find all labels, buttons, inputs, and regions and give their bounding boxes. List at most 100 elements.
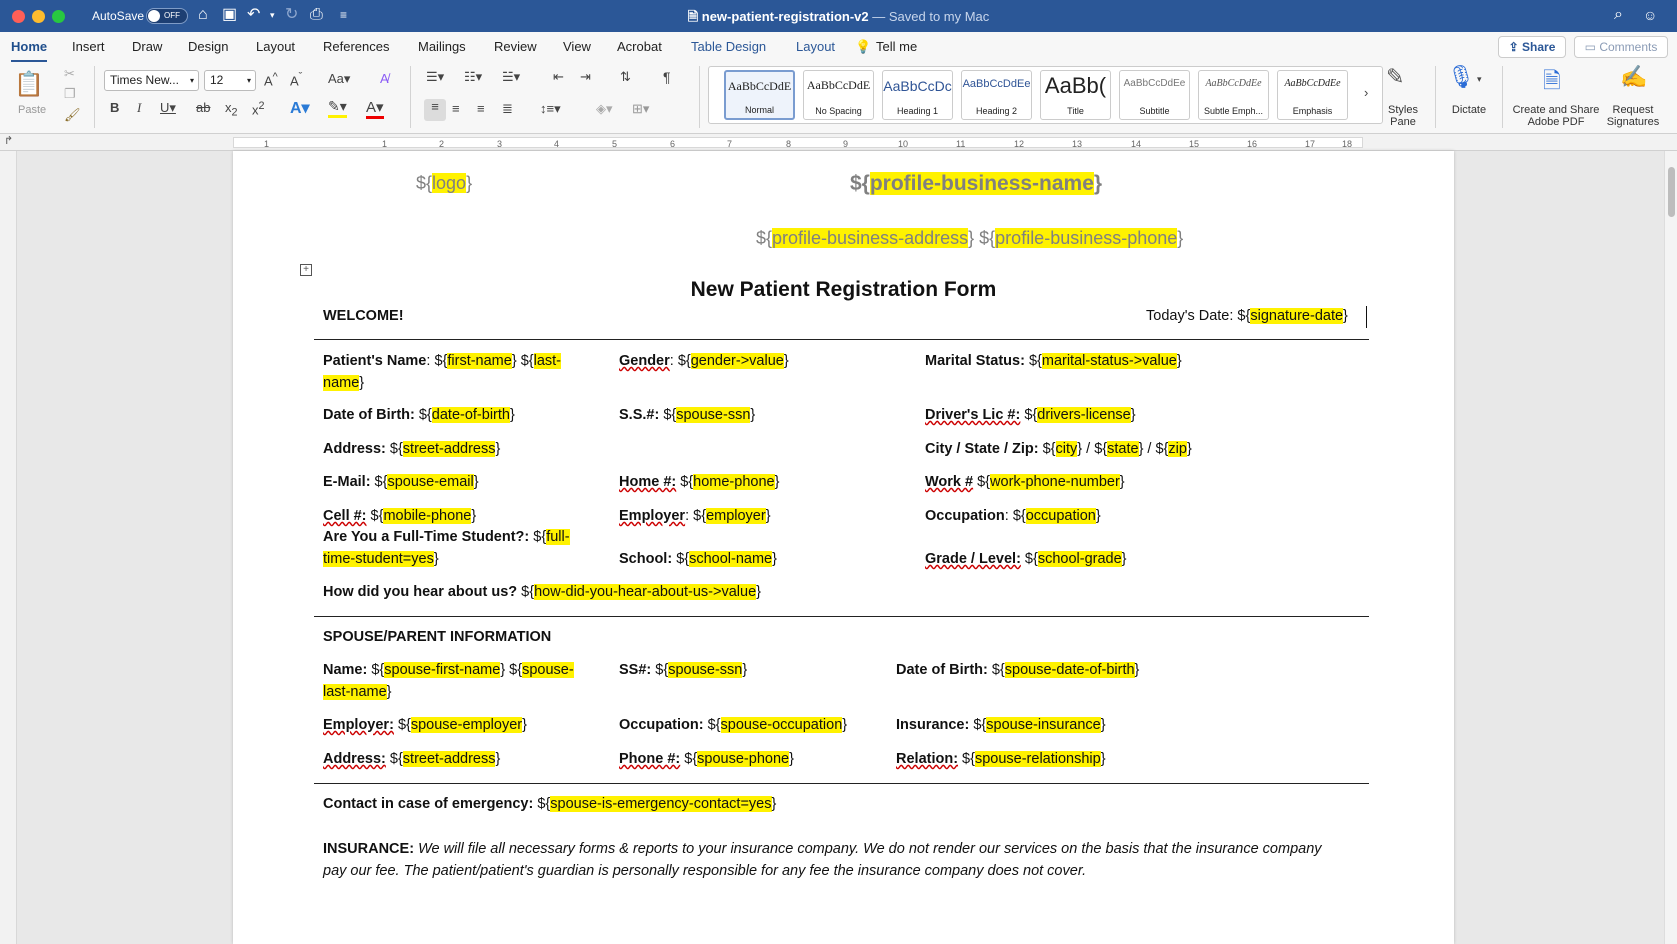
styles-pane-label[interactable]: Styles Pane	[1378, 104, 1428, 128]
align-right-icon[interactable]: ≡	[477, 101, 485, 116]
create-share-pdf-label[interactable]: Create and Share Adobe PDF	[1508, 104, 1604, 128]
logo-placeholder: ${logo}	[416, 173, 473, 193]
welcome-heading: WELCOME!	[323, 308, 404, 324]
horizontal-ruler[interactable]: ↱ 1 1 2 3 4 5 6 7 8 9 10 11 12 13 14 15 …	[0, 134, 1677, 151]
document-page[interactable]: ${logo} ${profile-business-name} ${profi…	[233, 151, 1454, 944]
tab-insert[interactable]: Insert	[72, 39, 105, 54]
change-case-icon[interactable]: Aa▾	[328, 71, 350, 87]
tab-review[interactable]: Review	[494, 39, 537, 54]
shading-icon[interactable]: ◈▾	[596, 101, 613, 117]
line-spacing-icon[interactable]: ↕≡▾	[540, 101, 561, 117]
cell-label: Cell #:	[323, 508, 367, 524]
sort-icon[interactable]: ⇅	[620, 69, 631, 85]
bold-icon[interactable]: B	[110, 100, 119, 115]
increase-indent-icon[interactable]: ⇥	[580, 69, 591, 85]
font-size-select[interactable]: 12 ▾	[204, 70, 256, 91]
tell-me-search[interactable]: Tell me	[876, 39, 917, 54]
style-subtitle[interactable]: AaBbCcDdEe Subtitle	[1119, 70, 1190, 120]
create-pdf-icon[interactable]: 🗎	[1543, 64, 1561, 102]
style-subtle-emphasis[interactable]: AaBbCcDdEe Subtle Emph...	[1198, 70, 1269, 120]
vertical-scrollbar[interactable]	[1664, 151, 1677, 944]
work-field: work-phone-number	[990, 474, 1120, 490]
text-effects-icon[interactable]: A▾	[290, 98, 310, 118]
subscript-icon[interactable]: x2	[225, 100, 238, 119]
align-center-icon[interactable]: ≡	[452, 101, 460, 116]
occupation-field: occupation	[1025, 508, 1096, 524]
tab-design[interactable]: Design	[188, 39, 228, 54]
account-icon[interactable]: ☺	[1643, 5, 1657, 25]
tab-acrobat[interactable]: Acrobat	[617, 39, 662, 54]
align-left-icon[interactable]: ≡	[424, 99, 446, 121]
table-move-handle-icon[interactable]: +	[300, 264, 312, 276]
justify-icon[interactable]: ≣	[502, 101, 513, 117]
tab-table-layout[interactable]: Layout	[796, 39, 835, 54]
state-field: state	[1107, 441, 1139, 457]
divider	[314, 783, 1369, 784]
microphone-icon[interactable]: 🎙	[1447, 64, 1475, 90]
multilevel-list-icon[interactable]: ☱▾	[502, 69, 520, 85]
tab-home[interactable]: Home	[11, 39, 48, 63]
font-size-value: 12	[210, 73, 224, 87]
ruler-number: 4	[554, 139, 560, 149]
scroll-thumb[interactable]	[1668, 167, 1675, 217]
style-heading-1[interactable]: AaBbCcDc Heading 1	[882, 70, 953, 120]
font-name-select[interactable]: Times New... ▾	[104, 70, 199, 91]
styles-pane-icon[interactable]: ✎	[1386, 64, 1404, 90]
grow-font-icon[interactable]: A^	[264, 71, 278, 88]
tab-layout[interactable]: Layout	[256, 39, 295, 54]
numbering-icon[interactable]: ☷▾	[464, 69, 482, 85]
email: E-Mail: ${spouse-email}	[323, 474, 479, 490]
decrease-indent-icon[interactable]: ⇤	[553, 69, 564, 85]
ruler-number: 14	[1131, 139, 1142, 149]
vertical-ruler[interactable]	[0, 151, 17, 944]
referral-source: How did you hear about us? ${how-did-you…	[323, 584, 761, 600]
gallery-more-icon[interactable]: ›	[1364, 85, 1368, 100]
format-painter-icon[interactable]: 🖌	[64, 107, 81, 123]
show-formatting-icon[interactable]: ¶	[663, 69, 671, 85]
emergency-label: Contact in case of emergency:	[323, 796, 534, 812]
comments-button[interactable]: ▭ Comments	[1574, 36, 1668, 58]
borders-icon[interactable]: ⊞▾	[632, 101, 649, 117]
request-signatures-label[interactable]: Request Signatures	[1603, 104, 1663, 128]
style-heading-2[interactable]: AaBbCcDdEe Heading 2	[961, 70, 1032, 120]
font-color-icon[interactable]: A▾	[366, 98, 384, 119]
ruler-number: 3	[497, 139, 503, 149]
search-icon[interactable]: ⌕	[1614, 5, 1623, 25]
style-label: Title	[1067, 106, 1084, 116]
tab-mailings[interactable]: Mailings	[418, 39, 466, 54]
paste-icon[interactable]: 📋	[14, 70, 44, 99]
tab-stop-icon[interactable]: ↱	[4, 134, 13, 147]
tab-table-design[interactable]: Table Design	[691, 39, 766, 54]
style-title[interactable]: AaBb(Title	[1040, 70, 1111, 120]
spouse-phone: Phone #: ${spouse-phone}	[619, 751, 794, 767]
style-label: Subtitle	[1139, 106, 1170, 116]
style-no-spacing[interactable]: AaBbCcDdE No Spacing	[803, 70, 874, 120]
dictate-label[interactable]: Dictate	[1444, 104, 1494, 116]
sp-occ-field: spouse-occupation	[720, 717, 843, 733]
school-field: school-name	[689, 551, 773, 567]
style-normal[interactable]: AaBbCcDdE Normal	[724, 70, 795, 120]
marital-label: Marital Status:	[925, 353, 1025, 369]
underline-icon[interactable]: U▾	[160, 100, 176, 116]
school-label: School:	[619, 551, 673, 567]
tab-draw[interactable]: Draw	[132, 39, 162, 54]
tab-view[interactable]: View	[563, 39, 591, 54]
share-button[interactable]: ⇪ Share	[1498, 36, 1566, 58]
address-field: street-address	[402, 441, 496, 457]
cut-icon[interactable]: ✂	[64, 66, 75, 82]
copy-icon[interactable]: ❐	[64, 86, 76, 102]
occupation: Occupation: ${occupation}	[925, 508, 1101, 524]
todays-date-label: Today's Date:	[1146, 308, 1234, 324]
request-signatures-icon[interactable]: ✍	[1620, 64, 1647, 90]
chevron-down-icon[interactable]: ▾	[1477, 74, 1482, 85]
shrink-font-icon[interactable]: Aˇ	[290, 71, 302, 88]
strikethrough-icon[interactable]: ab	[196, 100, 210, 115]
city-label: City / State / Zip:	[925, 441, 1039, 457]
superscript-icon[interactable]: x2	[252, 100, 265, 117]
tab-references[interactable]: References	[323, 39, 389, 54]
bullets-icon[interactable]: ☰▾	[426, 69, 444, 85]
clear-formatting-icon[interactable]: A̸	[380, 71, 389, 86]
style-emphasis[interactable]: AaBbCcDdEe Emphasis	[1277, 70, 1348, 120]
highlight-icon[interactable]: ✎▾	[328, 98, 347, 118]
italic-icon[interactable]: I	[137, 100, 141, 116]
